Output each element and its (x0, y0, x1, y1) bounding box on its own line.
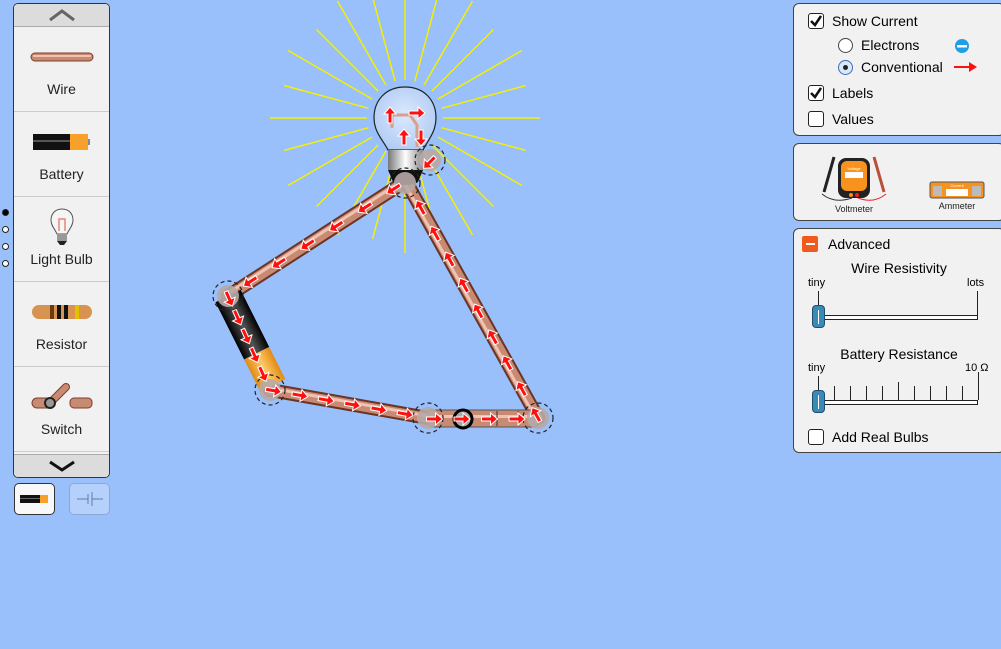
voltmeter-label: Voltmeter (834, 204, 874, 214)
advanced-panel: Advanced Wire Resistivity tiny lots Batt… (793, 228, 1001, 453)
battery-resistance-max-label: 10 Ω (965, 362, 989, 374)
slider-tick (818, 291, 819, 305)
slider-tick (962, 386, 963, 400)
display-options-panel: Show Current Electrons Conventional Labe… (793, 3, 1001, 136)
collapse-minus-icon (802, 236, 818, 252)
values-label: Values (832, 111, 874, 127)
switch-icon (30, 377, 94, 417)
slider-tick (898, 382, 899, 400)
toolbox-item-label: Switch (40, 421, 83, 437)
light-bulb-icon (49, 207, 75, 247)
toolbox-item-battery[interactable]: Battery (14, 112, 109, 197)
chevron-down-icon (48, 460, 75, 472)
component-toolbox: Wire Battery Light Bulb Resistor Switch (13, 3, 110, 478)
labels-checkbox[interactable]: Labels (808, 85, 873, 101)
wire-resistivity-label: Wire Resistivity (851, 260, 947, 276)
values-checkbox[interactable]: Values (808, 111, 874, 127)
ammeter-icon: Current (929, 181, 985, 199)
wire-resistivity-min-label: tiny (808, 277, 826, 289)
slider-tick (866, 386, 867, 400)
radio-selected-icon (838, 59, 853, 75)
conventional-arrow-icon (954, 62, 977, 72)
slider-tick (930, 386, 931, 400)
toolbox-item-light-bulb[interactable]: Light Bulb (14, 197, 109, 282)
toolbox-item-label: Battery (39, 166, 84, 182)
ammeter-label: Ammeter (938, 201, 976, 211)
schematic-view-button[interactable] (69, 483, 110, 515)
page-dot-3[interactable] (2, 243, 9, 250)
slider-tick (882, 386, 883, 400)
toolbox-item-wire[interactable]: Wire (14, 27, 109, 112)
toolbox-item-label: Wire (47, 81, 76, 97)
checkbox-checked-icon (808, 13, 824, 29)
show-current-checkbox[interactable]: Show Current (808, 13, 918, 29)
lifelike-view-button[interactable] (14, 483, 55, 515)
voltage-display-label: Voltage (847, 166, 861, 171)
electrons-radio[interactable]: Electrons (838, 37, 919, 53)
light-ray (437, 136, 523, 187)
page-dot-4[interactable] (2, 260, 9, 267)
light-ray (316, 29, 379, 92)
advanced-title: Advanced (828, 236, 891, 252)
toolbox-item-switch[interactable]: Switch (14, 367, 109, 452)
slider-tick (978, 372, 979, 400)
battery-icon (32, 122, 92, 162)
battery-icon (19, 495, 48, 503)
light-ray (431, 144, 494, 207)
toolbox-scroll-up-button[interactable] (14, 4, 109, 27)
wire-icon (30, 37, 94, 77)
light-ray (437, 49, 523, 100)
battery-resistance-track[interactable] (818, 400, 978, 405)
checkbox-checked-icon (808, 85, 824, 101)
labels-label: Labels (832, 85, 874, 101)
slider-tick (914, 386, 915, 400)
light-ray (423, 0, 474, 86)
checkbox-unchecked-icon (808, 111, 824, 127)
toolbox-scroll-down-button[interactable] (14, 454, 109, 477)
wire-resistivity-thumb[interactable] (812, 305, 825, 328)
toolbox-item-label: Resistor (35, 336, 88, 352)
circuit-vertex (394, 172, 416, 194)
light-ray (431, 29, 494, 92)
checkbox-unchecked-icon (808, 429, 824, 445)
electron-icon (955, 39, 969, 53)
radio-unselected-icon (838, 37, 853, 53)
page-dot-1[interactable] (2, 209, 9, 216)
show-current-label: Show Current (832, 13, 918, 29)
battery-resistance-label: Battery Resistance (840, 346, 958, 362)
chevron-up-icon (48, 9, 75, 22)
slider-tick (834, 386, 835, 400)
toolbox-page-indicator (2, 209, 9, 277)
voltmeter-tool[interactable]: Voltage Voltmeter (814, 152, 894, 214)
battery-schematic-icon (76, 492, 103, 506)
conventional-label: Conventional (861, 59, 943, 75)
light-ray (336, 0, 387, 86)
slider-tick (946, 386, 947, 400)
add-real-bulbs-checkbox[interactable]: Add Real Bulbs (808, 429, 929, 445)
toolbox-item-resistor[interactable]: Resistor (14, 282, 109, 367)
voltmeter-icon: Voltage (821, 156, 887, 201)
sensors-panel: Voltage Voltmeter Current Ammeter (793, 143, 1001, 221)
wire-resistivity-track[interactable] (818, 315, 978, 320)
conventional-radio[interactable]: Conventional (838, 59, 943, 75)
slider-tick (850, 386, 851, 400)
resistor-icon (31, 292, 93, 332)
slider-tick (818, 376, 819, 390)
battery-resistance-min-label: tiny (808, 362, 826, 374)
light-ray (287, 49, 373, 100)
toolbox-item-label: Light Bulb (30, 251, 93, 267)
page-dot-2[interactable] (2, 226, 9, 233)
light-ray (287, 136, 373, 187)
battery-resistance-thumb[interactable] (812, 390, 825, 413)
electrons-label: Electrons (861, 37, 920, 53)
wire-resistivity-max-label: lots (967, 277, 985, 289)
current-display-label: Current (950, 183, 964, 188)
ammeter-tool[interactable]: Current Ammeter (929, 181, 985, 211)
advanced-toggle[interactable]: Advanced (802, 236, 890, 252)
add-real-bulbs-label: Add Real Bulbs (832, 429, 929, 445)
